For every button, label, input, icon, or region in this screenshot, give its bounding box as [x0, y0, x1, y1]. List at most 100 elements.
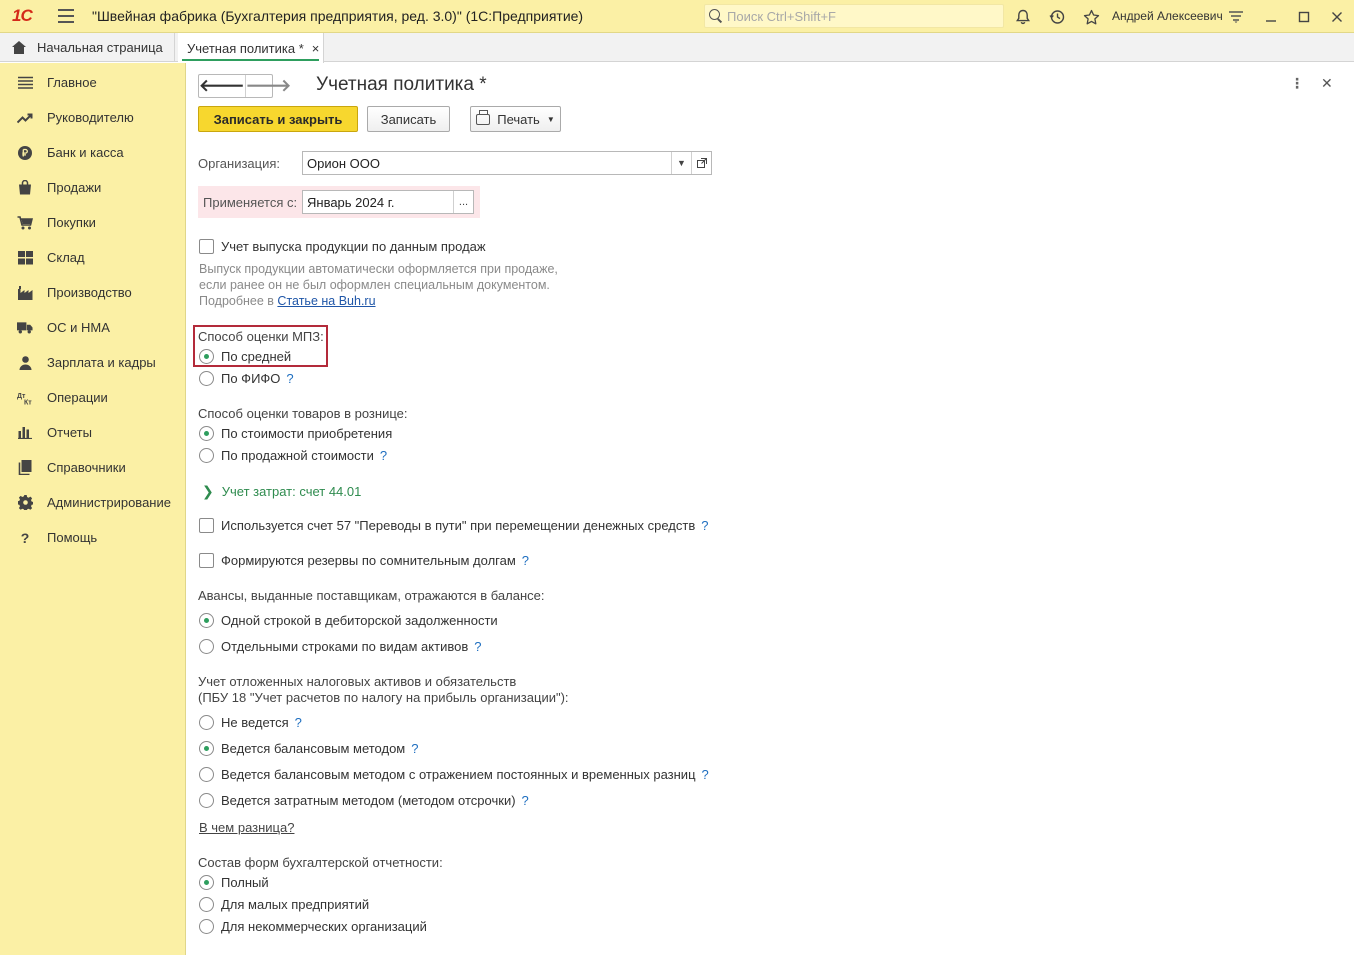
- radio-label: Не ведется: [221, 714, 289, 730]
- global-search[interactable]: [704, 4, 1004, 28]
- choose-period-button[interactable]: ...: [453, 191, 473, 213]
- sidebar-item-help[interactable]: ? Помощь: [0, 520, 185, 555]
- notifications-bell-icon[interactable]: [1012, 6, 1034, 28]
- sidebar-item-label: Отчеты: [47, 425, 92, 440]
- applies-from-label: Применяется с:: [203, 195, 298, 210]
- sidebar-item-production[interactable]: Производство: [0, 275, 185, 310]
- radio-button[interactable]: [199, 740, 214, 756]
- checkbox-label: Учет выпуска продукции по данным продаж: [221, 238, 486, 254]
- save-button[interactable]: Записать: [367, 106, 450, 132]
- deferred-cost-radio[interactable]: Ведется затратным методом (методом отсро…: [199, 792, 529, 808]
- sidebar-item-director[interactable]: Руководителю: [0, 100, 185, 135]
- sidebar-item-main[interactable]: Главное: [0, 65, 185, 100]
- radio-button[interactable]: [199, 766, 214, 782]
- dropdown-arrow-icon[interactable]: ▼: [671, 152, 691, 174]
- sidebar-item-salary-hr[interactable]: Зарплата и кадры: [0, 345, 185, 380]
- help-question-icon[interactable]: ?: [286, 371, 293, 386]
- sidebar-item-warehouse[interactable]: Склад: [0, 240, 185, 275]
- sales-output-checkbox[interactable]: Учет выпуска продукции по данным продаж: [199, 238, 486, 254]
- forms-nonprofit-radio[interactable]: Для некоммерческих организаций: [199, 918, 427, 934]
- checkbox-box[interactable]: [199, 238, 214, 254]
- checkbox-box[interactable]: [199, 517, 214, 533]
- sidebar-item-operations[interactable]: Дт Кт Операции: [0, 380, 185, 415]
- sidebar-item-references[interactable]: Справочники: [0, 450, 185, 485]
- sidebar-item-purchases[interactable]: Покупки: [0, 205, 185, 240]
- sidebar-item-label: ОС и НМА: [47, 320, 110, 335]
- radio-button[interactable]: [199, 425, 214, 441]
- help-question-icon[interactable]: ?: [474, 639, 481, 654]
- radio-button[interactable]: [199, 896, 214, 912]
- search-input[interactable]: [727, 8, 997, 24]
- advances-separate-radio[interactable]: Отдельными строками по видам активов ?: [199, 638, 481, 654]
- applies-from-field[interactable]: Январь 2024 г. ...: [302, 190, 474, 214]
- help-question-icon[interactable]: ?: [522, 793, 529, 808]
- main-menu-icon[interactable]: [58, 9, 74, 23]
- shopping-cart-icon: [17, 215, 33, 231]
- radio-button[interactable]: [199, 638, 214, 654]
- radio-button[interactable]: [199, 447, 214, 463]
- deferred-balance-diff-radio[interactable]: Ведется балансовым методом с отражением …: [199, 766, 709, 782]
- retail-cost-radio[interactable]: По стоимости приобретения: [199, 425, 392, 441]
- mpz-fifo-radio[interactable]: По ФИФО ?: [199, 370, 294, 386]
- tab-accounting-policy[interactable]: Учетная политика * ×: [178, 33, 324, 63]
- help-question-icon[interactable]: ?: [702, 767, 709, 782]
- organization-value[interactable]: Орион ООО: [303, 156, 671, 171]
- applies-from-value[interactable]: Январь 2024 г.: [303, 195, 453, 210]
- radio-label: Ведется балансовым методом с отражением …: [221, 766, 696, 782]
- more-actions-icon[interactable]: ⋮: [1290, 76, 1304, 90]
- sidebar-item-sales[interactable]: Продажи: [0, 170, 185, 205]
- sidebar-item-reports[interactable]: Отчеты: [0, 415, 185, 450]
- mpz-average-radio[interactable]: По средней: [199, 348, 291, 364]
- help-question-icon[interactable]: ?: [522, 553, 529, 568]
- help-question-icon[interactable]: ?: [411, 741, 418, 756]
- history-navigation: 🡐 🡒: [198, 74, 291, 98]
- save-and-close-button[interactable]: Записать и закрыть: [198, 106, 358, 132]
- tab-home-page[interactable]: Начальная страница: [0, 33, 175, 62]
- maximize-window-icon[interactable]: [1293, 6, 1315, 28]
- sidebar-item-bank-cash[interactable]: Банк и касса: [0, 135, 185, 170]
- sales-output-hint: Выпуск продукции автоматически оформляет…: [199, 261, 558, 309]
- sidebar-item-fixed-assets[interactable]: ОС и НМА: [0, 310, 185, 345]
- radio-button[interactable]: [199, 792, 214, 808]
- deferred-balance-radio[interactable]: Ведется балансовым методом ?: [199, 740, 418, 756]
- difference-link[interactable]: В чем разница?: [199, 820, 294, 835]
- settings-menu-icon[interactable]: [1225, 6, 1247, 28]
- history-icon[interactable]: [1046, 6, 1068, 28]
- deferred-tax-line: (ПБУ 18 "Учет расчетов по налогу на приб…: [198, 690, 569, 705]
- minimize-window-icon[interactable]: [1260, 6, 1282, 28]
- radio-button[interactable]: [199, 348, 214, 364]
- expense-accounting-group[interactable]: ❯ Учет затрат: счет 44.01: [202, 483, 361, 500]
- organization-field[interactable]: Орион ООО ▼: [302, 151, 712, 175]
- sidebar-item-administration[interactable]: Администрирование: [0, 485, 185, 520]
- forms-small-business-radio[interactable]: Для малых предприятий: [199, 896, 369, 912]
- account-57-checkbox[interactable]: Используется счет 57 "Переводы в пути" п…: [199, 517, 708, 533]
- print-button[interactable]: Печать ▼: [470, 106, 561, 132]
- radio-button[interactable]: [199, 874, 214, 890]
- radio-button[interactable]: [199, 612, 214, 628]
- open-link-icon[interactable]: [691, 152, 711, 174]
- app-logo: 1С: [12, 6, 33, 25]
- close-form-icon[interactable]: ✕: [1321, 75, 1333, 92]
- forward-arrow-icon[interactable]: 🡒: [246, 75, 292, 97]
- favorites-star-icon[interactable]: [1080, 6, 1102, 28]
- radio-button[interactable]: [199, 714, 214, 730]
- checkbox-box[interactable]: [199, 552, 214, 568]
- checkbox-label: Формируются резервы по сомнительным долг…: [221, 552, 516, 568]
- help-question-icon[interactable]: ?: [380, 448, 387, 463]
- doubtful-debts-reserve-checkbox[interactable]: Формируются резервы по сомнительным долг…: [199, 552, 529, 568]
- buh-article-link[interactable]: Статье на Buh.ru: [277, 294, 375, 308]
- close-window-icon[interactable]: [1326, 6, 1348, 28]
- back-arrow-icon[interactable]: 🡐: [199, 75, 246, 97]
- radio-button[interactable]: [199, 370, 214, 386]
- forms-full-radio[interactable]: Полный: [199, 874, 269, 890]
- close-tab-icon[interactable]: ×: [312, 41, 320, 56]
- retail-sale-radio[interactable]: По продажной стоимости ?: [199, 447, 387, 463]
- radio-button[interactable]: [199, 918, 214, 934]
- advances-one-line-radio[interactable]: Одной строкой в дебиторской задолженност…: [199, 612, 498, 628]
- mpz-group-label: Способ оценки МПЗ:: [198, 329, 324, 344]
- user-name[interactable]: Андрей Алексеевич: [1112, 9, 1223, 23]
- deferred-none-radio[interactable]: Не ведется ?: [199, 714, 302, 730]
- sidebar-item-label: Руководителю: [47, 110, 134, 125]
- help-question-icon[interactable]: ?: [701, 518, 708, 533]
- help-question-icon[interactable]: ?: [295, 715, 302, 730]
